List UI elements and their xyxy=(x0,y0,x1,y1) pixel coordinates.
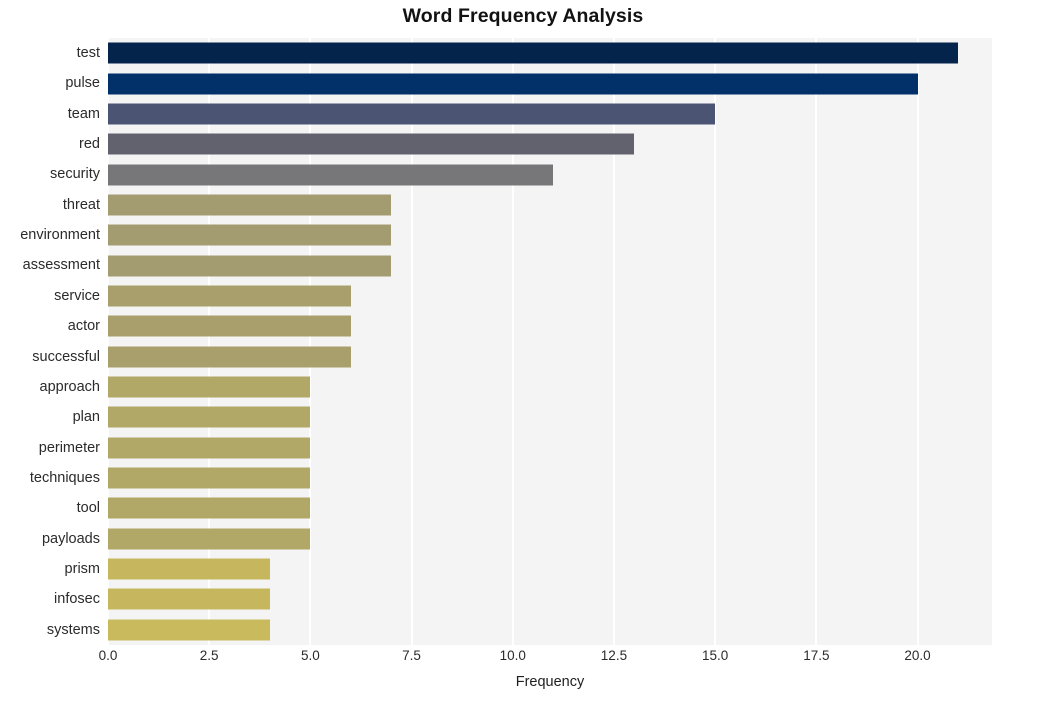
y-tick-label-assessment: assessment xyxy=(22,257,100,274)
bar-successful[interactable] xyxy=(108,346,351,368)
bar-row xyxy=(108,584,992,614)
bar-payloads[interactable] xyxy=(108,528,311,550)
y-tick-label-prism: prism xyxy=(64,560,100,577)
y-tick-label-perimeter: perimeter xyxy=(38,439,100,456)
y-tick-label-techniques: techniques xyxy=(29,469,100,486)
bar-prism[interactable] xyxy=(108,558,270,580)
y-tick-label-red: red xyxy=(79,136,100,153)
bar-infosec[interactable] xyxy=(108,588,270,610)
y-tick-label-pulse: pulse xyxy=(65,75,100,92)
bar-plan[interactable] xyxy=(108,406,311,428)
plot-area xyxy=(107,38,992,645)
bar-row xyxy=(108,190,992,220)
bar-service[interactable] xyxy=(108,285,351,307)
bar-systems[interactable] xyxy=(108,619,270,641)
bar-test[interactable] xyxy=(108,42,958,64)
y-axis-tick-labels: test pulse team red security threat environmen… xyxy=(0,38,100,645)
y-tick-label-plan: plan xyxy=(72,409,100,426)
y-tick-label-approach: approach xyxy=(39,378,100,395)
bar-environment[interactable] xyxy=(108,224,392,246)
y-tick-label-threat: threat xyxy=(62,196,100,213)
y-tick-label-test: test xyxy=(76,45,100,61)
x-tick-label-5.0: 5.0 xyxy=(300,648,320,663)
bar-row xyxy=(108,524,992,554)
bar-row xyxy=(108,159,992,189)
bar-row xyxy=(108,281,992,311)
bar-row xyxy=(108,129,992,159)
y-tick-label-successful: successful xyxy=(32,348,100,365)
bar-tool[interactable] xyxy=(108,497,311,519)
bar-row xyxy=(108,615,992,645)
bar-row xyxy=(108,250,992,280)
bar-techniques[interactable] xyxy=(108,467,311,489)
x-axis-title: Frequency xyxy=(515,674,585,690)
y-tick-label-team: team xyxy=(67,105,100,122)
bar-threat[interactable] xyxy=(108,194,392,216)
bar-row xyxy=(108,402,992,432)
bar-team[interactable] xyxy=(108,103,716,125)
bar-assessment[interactable] xyxy=(108,255,392,277)
bar-row xyxy=(108,493,992,523)
bar-row xyxy=(108,463,992,493)
bar-pulse[interactable] xyxy=(108,73,918,95)
x-tick-label-20.0: 20.0 xyxy=(904,648,931,663)
x-tick-label-17.5: 17.5 xyxy=(803,648,830,663)
x-tick-label-10.0: 10.0 xyxy=(499,648,526,663)
x-tick-label-12.5: 12.5 xyxy=(600,648,628,663)
y-tick-label-actor: actor xyxy=(67,318,100,335)
bar-approach[interactable] xyxy=(108,376,311,398)
bars-layer xyxy=(108,38,992,645)
chart-figure: Word Frequency Analysis test pulse team red… xyxy=(0,0,1046,701)
bar-row xyxy=(108,38,992,68)
chart-title: Word Frequency Analysis xyxy=(402,5,644,27)
y-tick-label-infosec: infosec xyxy=(54,591,100,608)
bar-row xyxy=(108,372,992,402)
bar-red[interactable] xyxy=(108,133,635,155)
bar-row xyxy=(108,311,992,341)
bar-row xyxy=(108,433,992,463)
bar-row xyxy=(108,99,992,129)
bar-row xyxy=(108,220,992,250)
x-tick-label-15.0: 15.0 xyxy=(702,648,729,663)
x-tick-label-7.5: 7.5 xyxy=(402,648,421,663)
bar-security[interactable] xyxy=(108,164,554,186)
bar-perimeter[interactable] xyxy=(108,437,311,459)
y-tick-label-systems: systems xyxy=(46,621,100,638)
y-tick-label-security: security xyxy=(50,166,100,183)
bar-actor[interactable] xyxy=(108,315,351,337)
y-tick-label-tool: tool xyxy=(76,500,100,517)
y-tick-label-payloads: payloads xyxy=(41,530,100,547)
y-tick-label-environment: environment xyxy=(20,227,100,244)
bar-row xyxy=(108,342,992,372)
bar-row xyxy=(108,68,992,98)
x-tick-label-0.0: 0.0 xyxy=(98,648,118,663)
x-axis-tick-labels: 0.0 2.5 5.0 7.5 10.0 12.5 15.0 17.5 20.0 xyxy=(99,648,992,668)
bar-row xyxy=(108,554,992,584)
x-tick-label-2.5: 2.5 xyxy=(199,648,219,663)
y-tick-label-service: service xyxy=(54,287,100,304)
